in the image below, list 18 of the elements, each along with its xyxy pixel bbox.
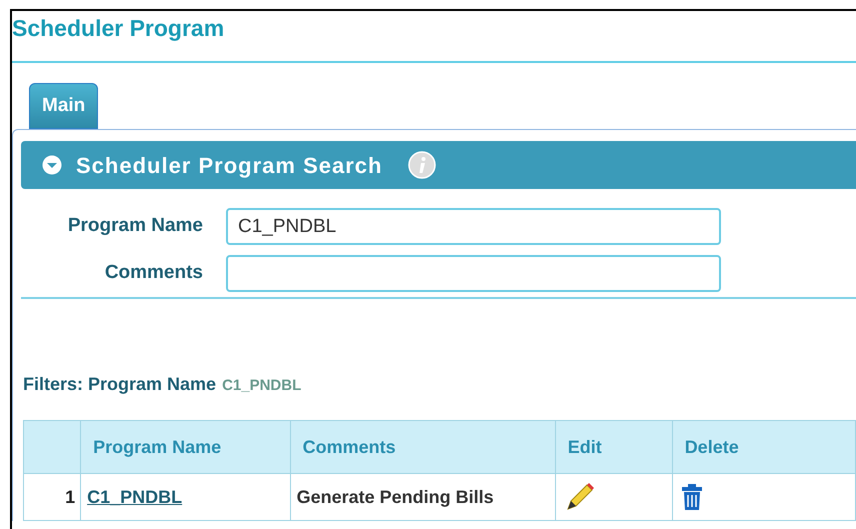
info-icon[interactable] xyxy=(408,151,436,179)
program-link[interactable]: C1_PNDBL xyxy=(87,486,182,506)
input-field[interactable] xyxy=(226,255,721,292)
filter-label: Filters: Program Name xyxy=(23,373,216,396)
filter-value: C1_PNDBL xyxy=(222,376,302,396)
column-header: Program Name xyxy=(80,420,290,474)
field-label: Program Name xyxy=(66,214,204,238)
input-field[interactable]: C1_PNDBL xyxy=(226,208,721,245)
page-title: Scheduler Program xyxy=(12,14,224,43)
section-title: Scheduler Program Search xyxy=(76,152,382,180)
table-cell: Generate Pending Bills xyxy=(290,474,556,520)
column-header: Delete xyxy=(672,420,856,474)
row-number: 1 xyxy=(24,474,81,520)
trash-icon[interactable] xyxy=(680,483,703,511)
collapse-icon[interactable] xyxy=(42,155,62,175)
field-label: Comments xyxy=(104,261,204,286)
column-header: Edit xyxy=(555,420,672,474)
column-header: Comments xyxy=(290,420,556,474)
